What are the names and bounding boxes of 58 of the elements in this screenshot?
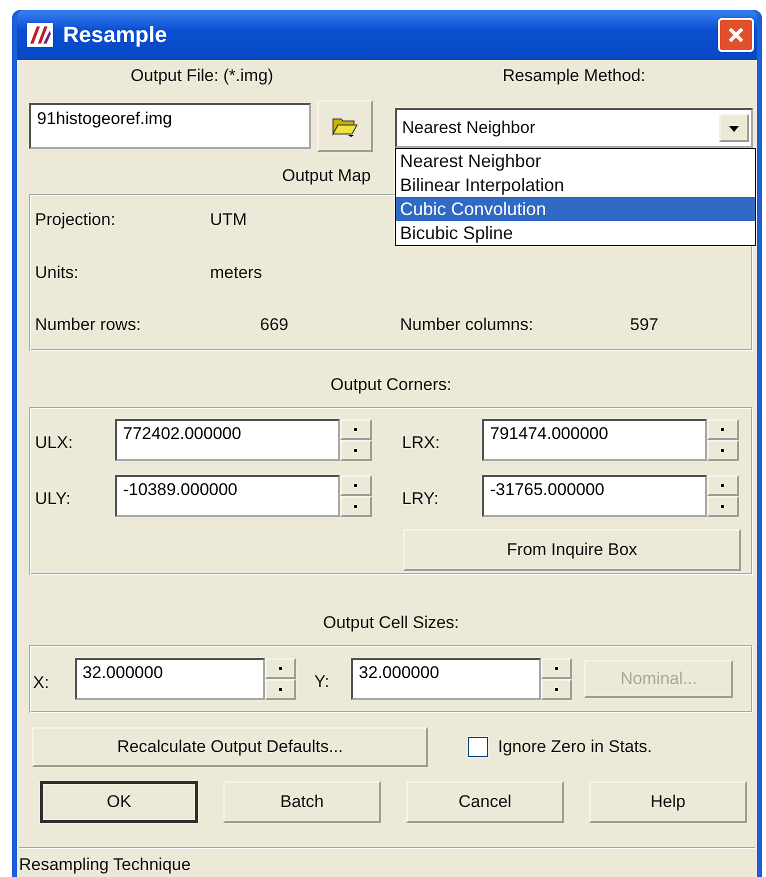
- output-file-field[interactable]: 91histogeoref.img: [29, 103, 311, 149]
- spin-down-button[interactable]: [707, 496, 739, 517]
- field-value: 597: [630, 315, 658, 335]
- spin-up-button[interactable]: [707, 475, 739, 496]
- field-label: ULY:: [35, 488, 72, 509]
- spin-up-button[interactable]: [264, 658, 296, 679]
- spin-down-button[interactable]: [340, 440, 372, 461]
- field-value: UTM: [210, 210, 247, 230]
- field-label: X:: [33, 672, 50, 693]
- status-text: Resampling Technique: [19, 855, 191, 874]
- spin-down-button[interactable]: [540, 679, 572, 700]
- cell-size-field[interactable]: 32.000000: [74, 658, 265, 700]
- spin-down-button[interactable]: [340, 496, 372, 517]
- from-inquire-box-button[interactable]: From Inquire Box: [403, 529, 741, 571]
- dropdown-option[interactable]: Cubic Convolution: [396, 197, 755, 221]
- checkbox-label: Ignore Zero in Stats.: [498, 737, 652, 757]
- close-button[interactable]: [718, 18, 754, 52]
- spin-down-button[interactable]: [707, 440, 739, 461]
- dropdown-option[interactable]: Bicubic Spline: [396, 221, 755, 245]
- field-label: Projection:: [35, 210, 116, 230]
- field-label: ULX:: [35, 432, 74, 453]
- resample-method-dropdown[interactable]: Nearest Neighbor: [395, 108, 753, 148]
- field-value: 669: [260, 315, 290, 335]
- browse-button[interactable]: [317, 100, 373, 152]
- spin-up-button[interactable]: [340, 419, 372, 440]
- coordinate-field[interactable]: 772402.000000: [115, 419, 340, 461]
- dialog-button[interactable]: Batch: [223, 781, 381, 823]
- field-label: Units:: [35, 262, 80, 282]
- field-label: Number columns:: [400, 315, 534, 335]
- field-label: Number rows:: [35, 315, 142, 335]
- cell-size-field[interactable]: 32.000000: [350, 658, 541, 700]
- field-label: Y:: [314, 671, 330, 692]
- field-value: meters: [210, 262, 262, 282]
- close-icon: [726, 25, 746, 45]
- dropdown-arrow-button[interactable]: [719, 114, 749, 142]
- spin-up-button[interactable]: [340, 475, 372, 496]
- field-label: LRX:: [402, 432, 441, 453]
- dropdown-option[interactable]: Bilinear Interpolation: [396, 173, 755, 197]
- coordinate-field[interactable]: 791474.000000: [482, 419, 707, 461]
- resample-method-label: Resample Method:: [502, 65, 646, 87]
- spin-up-button[interactable]: [540, 658, 572, 679]
- dialog-button[interactable]: Cancel: [406, 781, 564, 823]
- output-file-label: Output File: (*.img): [130, 65, 274, 87]
- dialog-button[interactable]: OK: [40, 781, 198, 823]
- spin-down-button[interactable]: [264, 679, 296, 700]
- window-title: Resample: [63, 22, 168, 48]
- coordinate-field[interactable]: -31765.000000: [482, 475, 707, 517]
- checkbox[interactable]: [468, 737, 488, 757]
- output-map-label: Output Map: [281, 166, 372, 186]
- field-label: LRY:: [402, 488, 440, 509]
- output-corners-label: Output Corners:: [330, 374, 452, 396]
- coordinate-field[interactable]: -10389.000000: [115, 475, 340, 517]
- recalculate-button[interactable]: Recalculate Output Defaults...: [32, 727, 428, 767]
- output-cell-sizes-label: Output Cell Sizes:: [322, 612, 460, 634]
- dialog-button[interactable]: Help: [589, 781, 747, 823]
- dropdown-option[interactable]: Nearest Neighbor: [396, 149, 755, 173]
- spin-up-button[interactable]: [707, 419, 739, 440]
- app-logo-icon: [27, 23, 53, 47]
